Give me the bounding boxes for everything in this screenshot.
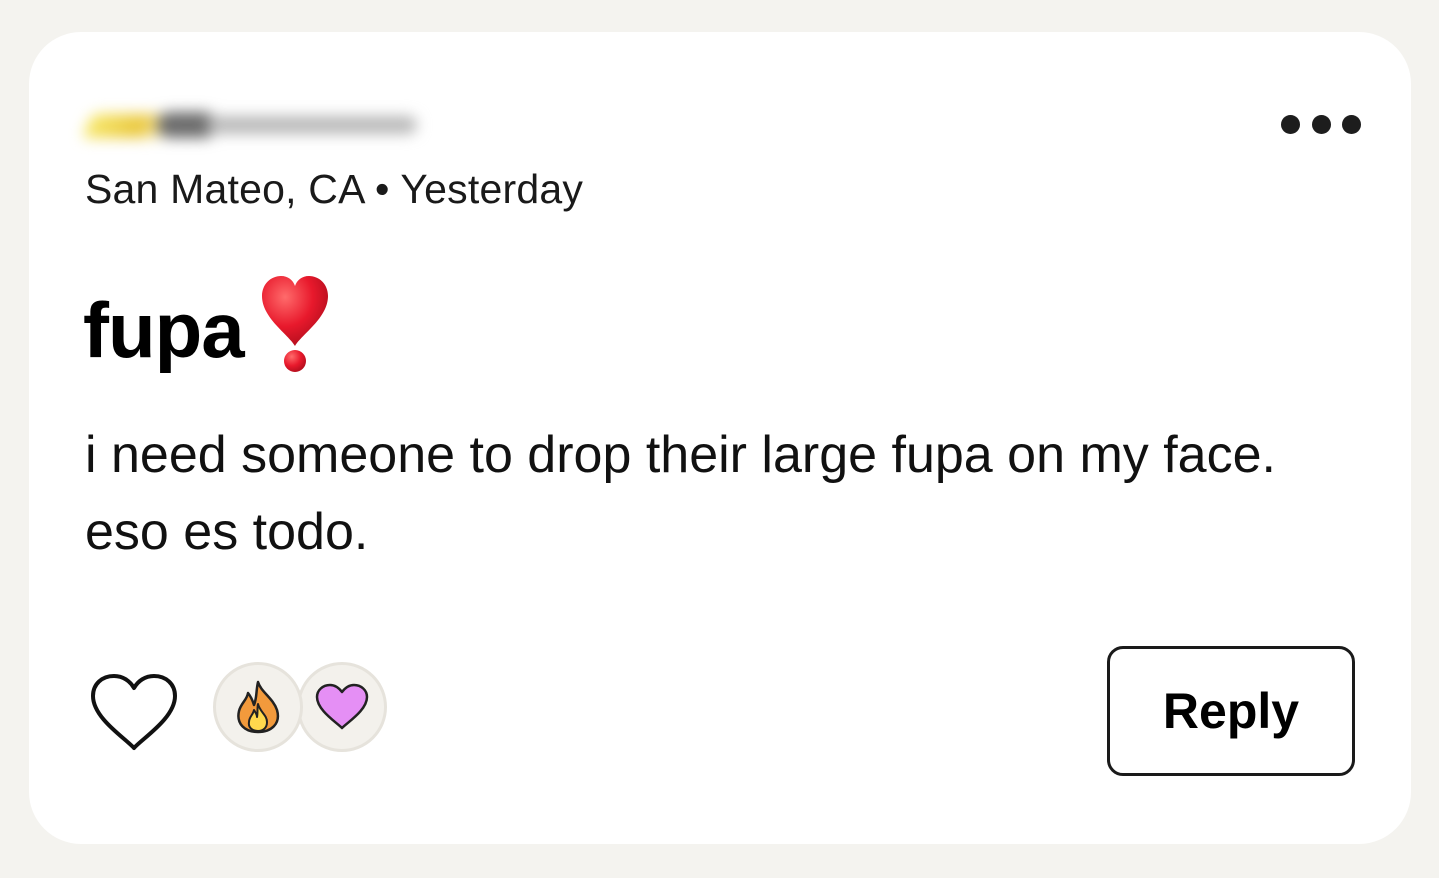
post-time: Yesterday (400, 166, 584, 212)
fire-icon (237, 680, 280, 734)
post-location: San Mateo, CA (85, 166, 364, 212)
purple-heart-icon (315, 683, 369, 730)
author-badge-blurred (81, 104, 427, 148)
reaction-heart[interactable] (297, 662, 387, 752)
post-card[interactable]: San Mateo, CA • Yesterday fupa i need so… (29, 32, 1411, 844)
post-title: fupa (83, 276, 332, 380)
post-body: i need someone to drop their large fupa … (85, 426, 1276, 561)
reaction-fire[interactable] (213, 662, 303, 752)
reaction-summary[interactable] (213, 662, 393, 758)
more-options-button[interactable] (1281, 112, 1361, 136)
more-dots-icon (1281, 114, 1300, 134)
post-title-text: fupa (83, 285, 245, 374)
heavy-heart-exclamation-icon (258, 274, 332, 374)
meta-separator: • (374, 166, 390, 212)
reply-button[interactable]: Reply (1107, 646, 1355, 776)
like-button[interactable] (89, 672, 179, 752)
post-meta: San Mateo, CA • Yesterday (85, 166, 583, 213)
heart-outline-icon (91, 674, 177, 750)
